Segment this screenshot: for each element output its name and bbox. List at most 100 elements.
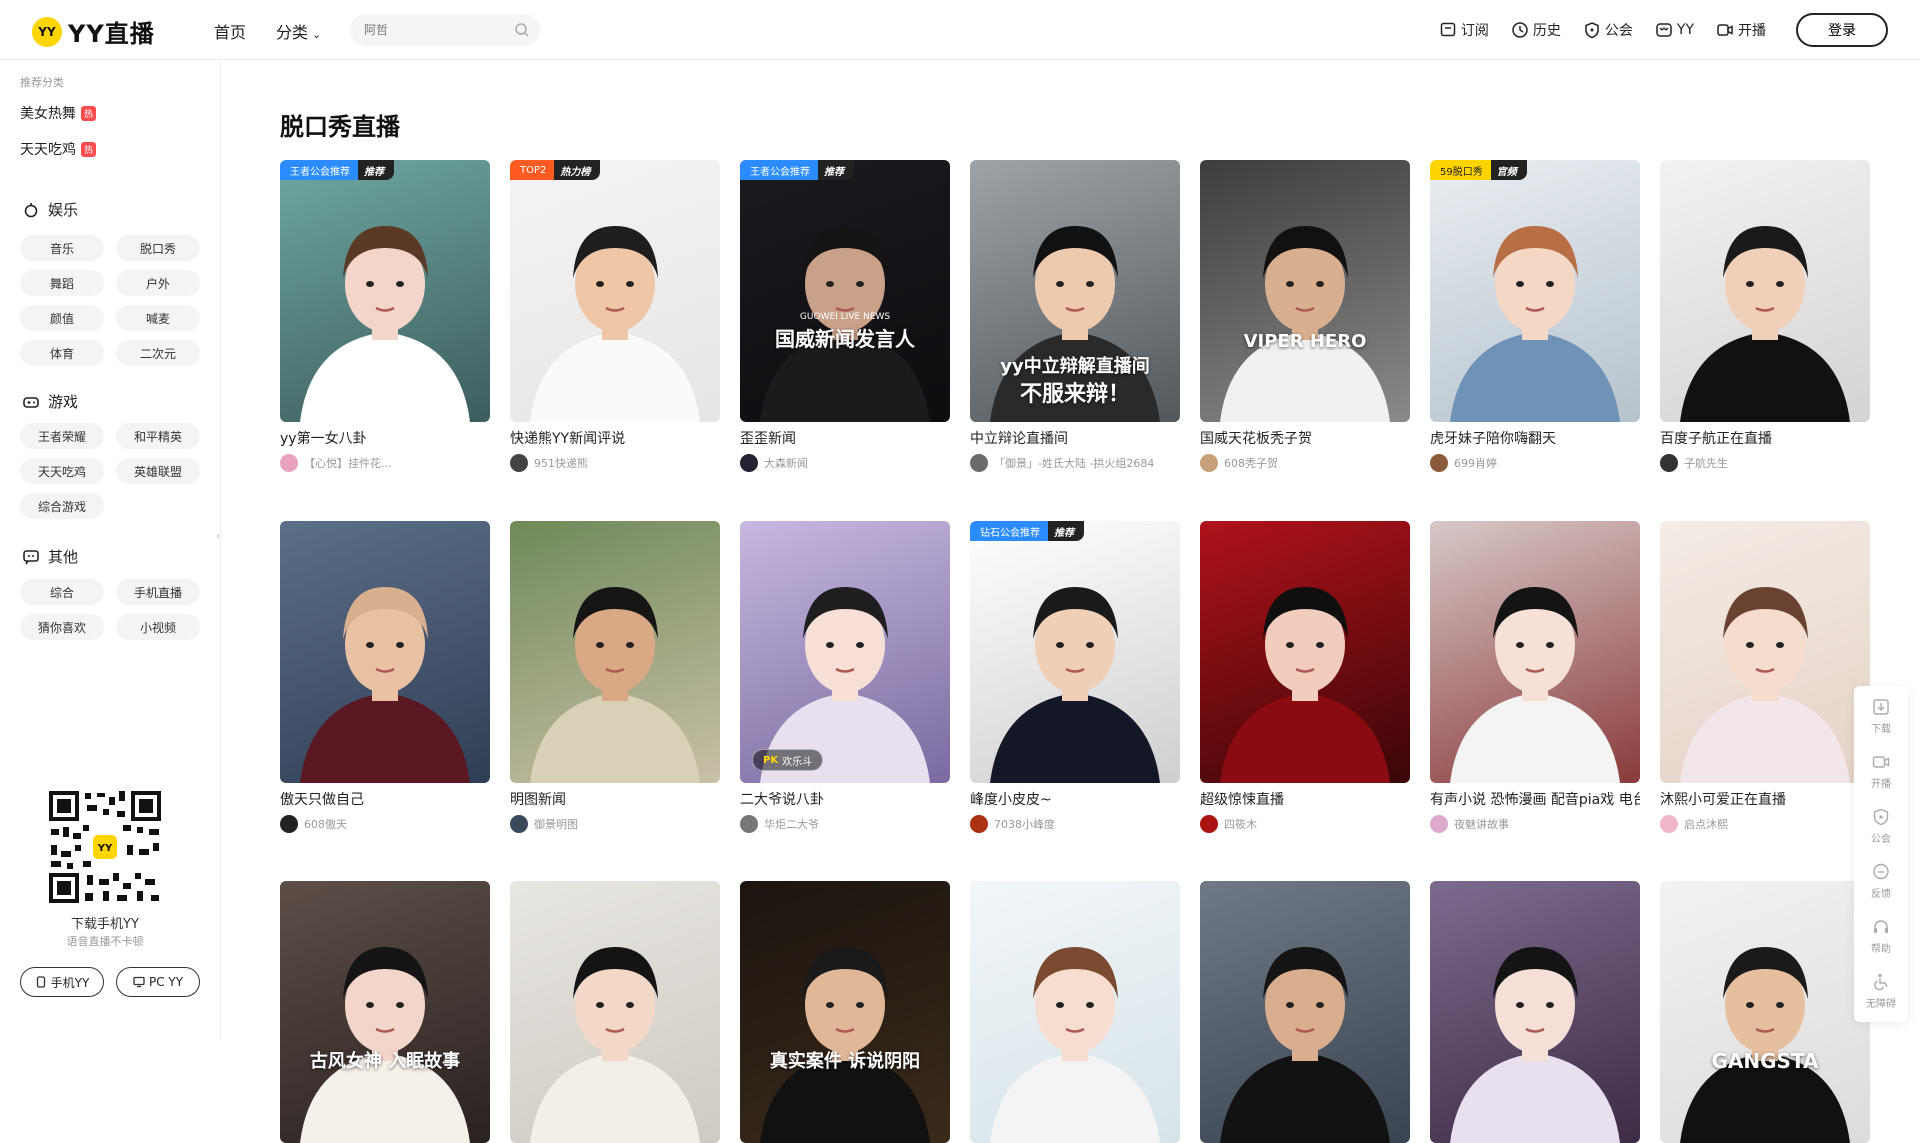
recommended-item[interactable]: 天天吃鸡 热 <box>20 139 97 159</box>
history-link[interactable]: 历史 <box>1511 20 1561 40</box>
stream-thumbnail[interactable] <box>1200 521 1410 783</box>
stream-title[interactable]: 快递熊YY新闻评说 <box>510 428 720 448</box>
stream-title[interactable]: 傲天只做自己 <box>280 789 490 809</box>
stream-card[interactable]: TOP2 热力榜快递熊YY新闻评说 951快递熊 <box>510 160 720 472</box>
guild-float-button[interactable]: 公会 <box>1854 800 1908 852</box>
stream-title[interactable]: 虎牙妹子陪你嗨翻天 <box>1430 428 1640 448</box>
mobile-yy-button[interactable]: 手机YY <box>20 967 104 997</box>
stream-card[interactable] <box>510 881 720 1143</box>
stream-card[interactable]: 真实案件 诉说阴阳 <box>740 881 950 1143</box>
category-pill[interactable]: 二次元 <box>116 340 200 366</box>
stream-title[interactable]: 明图新闻 <box>510 789 720 809</box>
avatar[interactable] <box>1660 815 1678 833</box>
stream-thumbnail[interactable] <box>510 881 720 1143</box>
stream-title[interactable]: 峰度小皮皮~ <box>970 789 1180 809</box>
collapse-sidebar-icon[interactable]: ‹ <box>216 531 226 571</box>
avatar[interactable] <box>1660 454 1678 472</box>
category-pill[interactable]: 猜你喜欢 <box>20 614 104 640</box>
stream-thumbnail[interactable]: VIPER HERO <box>1200 160 1410 422</box>
streamer-name[interactable]: 启点沐熙 <box>1684 816 1728 832</box>
category-pill[interactable]: 综合游戏 <box>20 493 104 519</box>
streamer-name[interactable]: 大森新闻 <box>764 455 808 471</box>
stream-card[interactable]: 傲天只做自己 608傲天 <box>280 521 490 833</box>
stream-thumbnail[interactable] <box>1660 160 1870 422</box>
stream-card[interactable]: 王者公会推荐 推荐 yy第一女八卦 【心悦】挂件花... <box>280 160 490 472</box>
streamer-name[interactable]: 699肖婷 <box>1454 455 1497 471</box>
stream-title[interactable]: 超级惊悚直播 <box>1200 789 1410 809</box>
stream-card[interactable]: 钻石公会推荐 推荐峰度小皮皮~ 7038小峰度 <box>970 521 1180 833</box>
stream-thumbnail[interactable]: PK 欢乐斗 <box>740 521 950 783</box>
yy-logo[interactable]: YY YY直播 <box>32 14 155 49</box>
stream-card[interactable] <box>970 881 1180 1143</box>
category-pill[interactable]: 颜值 <box>20 305 104 331</box>
stream-card[interactable]: 沐熙小可爱正在直播启点沐熙 <box>1660 521 1870 833</box>
category-pill[interactable]: 王者荣耀 <box>20 423 104 449</box>
stream-card[interactable]: GANGSTA <box>1660 881 1870 1143</box>
stream-card[interactable]: 59脱口秀 官频 虎牙妹子陪你嗨翻天 699肖婷 <box>1430 160 1640 472</box>
streamer-name[interactable]: 夜魅讲故事 <box>1454 816 1509 832</box>
stream-thumbnail[interactable] <box>510 521 720 783</box>
streamer-name[interactable]: 御景明图 <box>534 816 578 832</box>
nav-category[interactable]: 分类 ⌄ <box>276 19 321 43</box>
avatar[interactable] <box>740 454 758 472</box>
pc-yy-button[interactable]: PC YY <box>116 967 200 997</box>
stream-thumbnail[interactable]: 真实案件 诉说阴阳 <box>740 881 950 1143</box>
stream-thumbnail[interactable]: GANGSTA <box>1660 881 1870 1143</box>
broadcast-float-button[interactable]: 开播 <box>1854 745 1908 797</box>
category-pill[interactable]: 英雄联盟 <box>116 458 200 484</box>
stream-thumbnail[interactable] <box>1660 521 1870 783</box>
recommended-item[interactable]: 美女热舞 热 <box>20 103 97 123</box>
category-pill[interactable]: 体育 <box>20 340 104 366</box>
stream-thumbnail[interactable] <box>970 881 1180 1143</box>
category-pill[interactable]: 综合 <box>20 579 104 605</box>
search-icon[interactable] <box>514 22 530 38</box>
stream-card[interactable]: 超级惊悚直播 四筱木 <box>1200 521 1410 833</box>
stream-title[interactable]: 有声小说 恐怖漫画 配音pia戏 电台 <box>1430 789 1640 809</box>
streamer-name[interactable]: 608傲天 <box>304 816 347 832</box>
category-pill[interactable]: 户外 <box>116 270 200 296</box>
nav-home[interactable]: 首页 <box>214 19 246 43</box>
avatar[interactable] <box>280 454 298 472</box>
category-pill[interactable]: 小视频 <box>116 614 200 640</box>
download-button[interactable]: 下载 <box>1854 690 1908 742</box>
login-button[interactable]: 登录 <box>1796 13 1888 47</box>
help-button[interactable]: 帮助 <box>1854 910 1908 962</box>
stream-thumbnail[interactable]: 钻石公会推荐 推荐 <box>970 521 1180 783</box>
stream-thumbnail[interactable]: TOP2 热力榜 <box>510 160 720 422</box>
avatar[interactable] <box>280 815 298 833</box>
stream-thumbnail[interactable]: yy中立辩解直播间 不服来辩！ <box>970 160 1180 422</box>
stream-title[interactable]: 国威天花板秃子贺 <box>1200 428 1410 448</box>
avatar[interactable] <box>1200 815 1218 833</box>
category-pill[interactable]: 脱口秀 <box>116 235 200 261</box>
streamer-name[interactable]: 7038小峰度 <box>994 816 1055 832</box>
stream-title[interactable]: 中立辩论直播间 <box>970 428 1180 448</box>
streamer-name[interactable]: 951快递熊 <box>534 455 588 471</box>
stream-thumbnail[interactable]: 古风女神 入眠故事 <box>280 881 490 1143</box>
category-pill[interactable]: 音乐 <box>20 235 104 261</box>
category-pill[interactable]: 喊麦 <box>116 305 200 331</box>
category-pill[interactable]: 手机直播 <box>116 579 200 605</box>
feedback-button[interactable]: 反馈 <box>1854 855 1908 907</box>
stream-card[interactable]: 明图新闻御景明图 <box>510 521 720 833</box>
stream-thumbnail[interactable]: 王者公会推荐 推荐 <box>280 160 490 422</box>
stream-title[interactable]: 二大爷说八卦 <box>740 789 950 809</box>
accessibility-button[interactable]: 无障碍 <box>1854 965 1908 1017</box>
stream-thumbnail[interactable] <box>280 521 490 783</box>
stream-card[interactable]: 有声小说 恐怖漫画 配音pia戏 电台夜魅讲故事 <box>1430 521 1640 833</box>
broadcast-link[interactable]: 开播 <box>1716 20 1766 40</box>
avatar[interactable] <box>1200 454 1218 472</box>
stream-title[interactable]: yy第一女八卦 <box>280 428 490 448</box>
stream-card[interactable]: 国威新闻发言人 GUOWEI LIVE NEWS 王者公会推荐 推荐 歪歪新闻 大森新闻 <box>740 160 950 472</box>
stream-title[interactable]: 沐熙小可爱正在直播 <box>1660 789 1870 809</box>
stream-thumbnail[interactable] <box>1430 521 1640 783</box>
category-pill[interactable]: 舞蹈 <box>20 270 104 296</box>
stream-thumbnail[interactable]: 国威新闻发言人 GUOWEI LIVE NEWS 王者公会推荐 推荐 <box>740 160 950 422</box>
avatar[interactable] <box>1430 815 1448 833</box>
streamer-name[interactable]: 「御景」-姓氏大陆 -拱火组2684 <box>994 455 1154 471</box>
streamer-name[interactable]: 华炬二大爷 <box>764 816 819 832</box>
avatar[interactable] <box>510 815 528 833</box>
stream-card[interactable]: PK 欢乐斗二大爷说八卦华炬二大爷 <box>740 521 950 833</box>
guild-link[interactable]: 公会 <box>1583 20 1633 40</box>
stream-card[interactable] <box>1200 881 1410 1143</box>
avatar[interactable] <box>970 454 988 472</box>
